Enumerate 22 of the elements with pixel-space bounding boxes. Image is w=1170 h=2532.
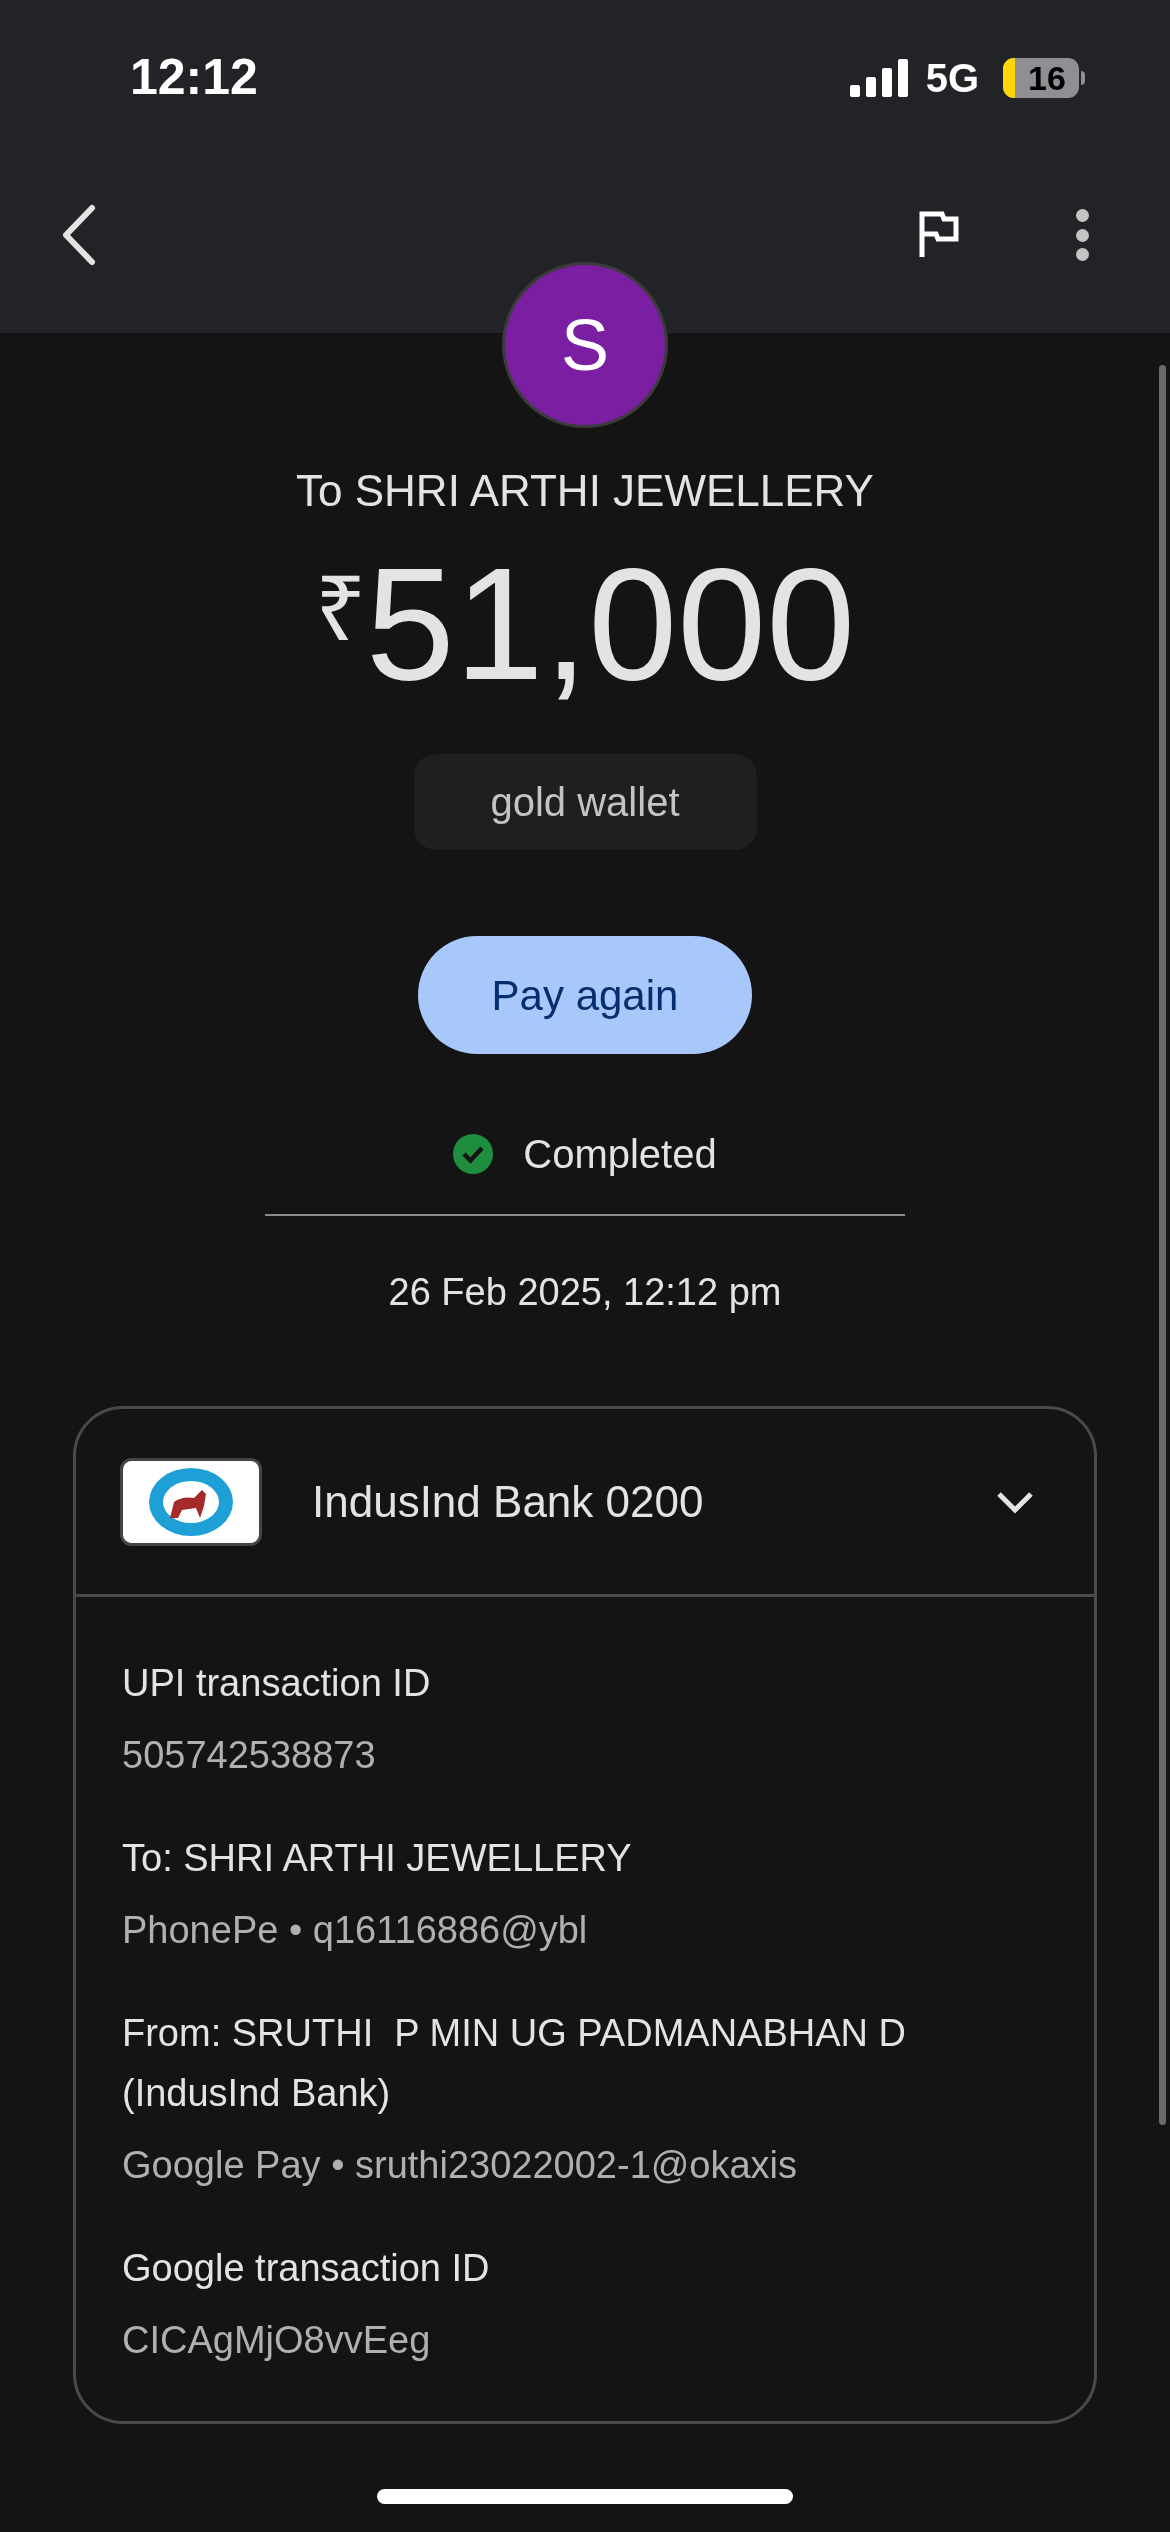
recipient-title: To SHRI ARTHI JEWELLERY [296,465,874,517]
pay-again-button[interactable]: Pay again [418,936,752,1054]
network-label: 5G [925,54,979,102]
status-label: Completed [523,1131,717,1178]
detail-label: UPI transaction ID [122,1661,432,1706]
detail-value: CICAgMjO8vvEeg [122,2318,432,2363]
status-time: 12:12 [130,48,258,107]
battery-indicator: 16 [1003,57,1085,98]
detail-label: From: SRUTHI P MIN UG PADMANABHAN D (IndusInd Bank) [122,2011,907,2116]
transaction-date: 26 Feb 2025, 12:12 pm [388,1270,782,1315]
chevron-down-icon[interactable] [996,1489,1034,1514]
bank-account-label: IndusInd Bank 0200 [312,1475,705,1528]
check-circle-icon [453,1134,494,1174]
bank-logo-icon [120,1457,262,1546]
detail-label: To: SHRI ARTHI JEWELLERY [122,1836,633,1881]
detail-label: Google transaction ID [122,2246,491,2291]
detail-value: Google Pay • sruthi23022002-1@okaxis [122,2143,799,2188]
detail-value: PhonePe • q16116886@ybl [122,1908,589,1953]
signal-icon [849,58,908,97]
detail-value: 505742538873 [122,1733,377,1778]
note-chip: gold wallet [413,754,757,850]
payment-amount: ₹51,000 [314,544,856,704]
